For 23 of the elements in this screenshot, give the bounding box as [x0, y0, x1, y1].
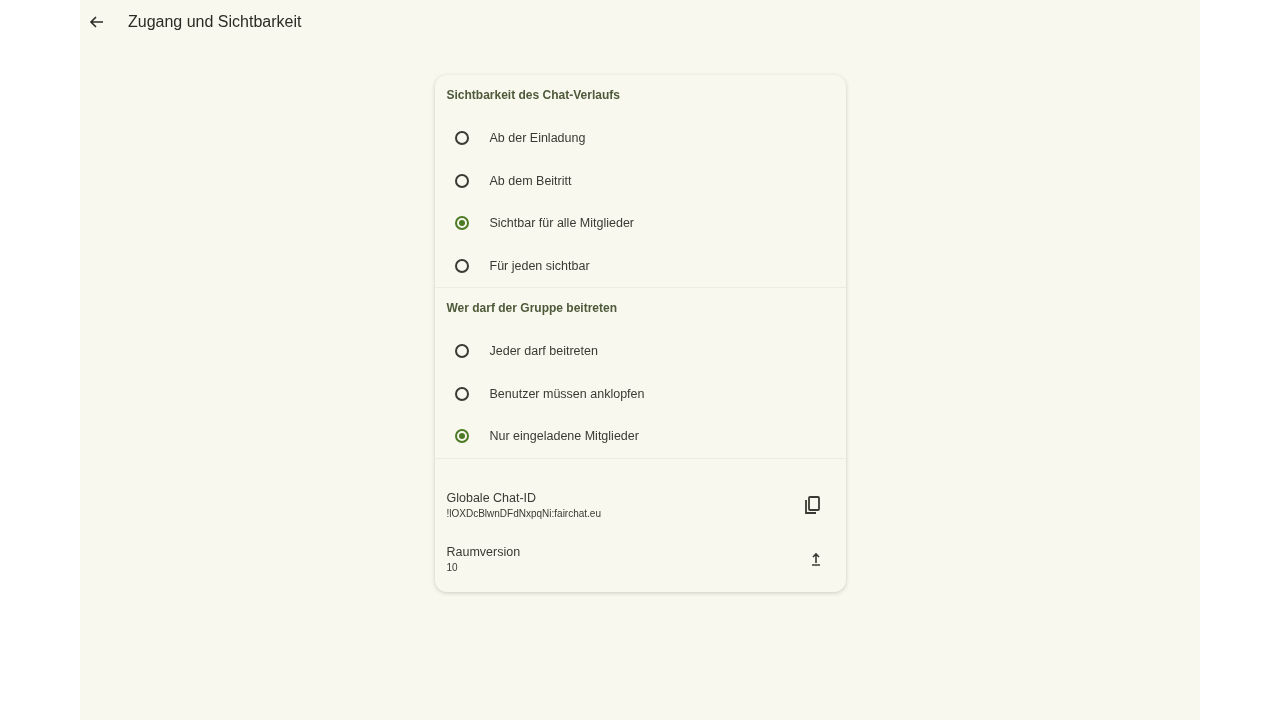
radio-icon[interactable]: [454, 173, 469, 188]
copy-icon[interactable]: [804, 495, 821, 514]
info-label: Raumversion: [446, 544, 522, 559]
page-title: Zugang und Sichtbarkeit: [128, 13, 302, 31]
info-value: !lOXDcBlwnDFdNxpqNi:fairchat.eu: [446, 507, 602, 519]
info-value: 10: [446, 561, 459, 573]
radio-option[interactable]: Nur eingeladene Mitglieder: [434, 415, 846, 458]
radio-option[interactable]: Benutzer müssen anklopfen: [434, 372, 846, 415]
radio-icon[interactable]: [454, 429, 469, 444]
radio-option[interactable]: Ab der Einladung: [434, 117, 846, 160]
radio-option[interactable]: Für jeden sichtbar: [434, 244, 846, 287]
info-label: Globale Chat-ID: [446, 490, 538, 505]
upload-icon[interactable]: [810, 551, 821, 566]
section-title: Sichtbarkeit des Chat-Verlaufs: [445, 87, 621, 104]
radio-option[interactable]: Ab dem Beitritt: [434, 159, 846, 202]
radio-icon[interactable]: [454, 386, 469, 401]
section-title: Wer darf der Gruppe beitreten: [445, 300, 618, 317]
radio-icon[interactable]: [454, 216, 469, 231]
radio-icon[interactable]: [454, 258, 469, 273]
radio-option[interactable]: Jeder darf beitreten: [434, 330, 846, 373]
radio-icon[interactable]: [454, 131, 469, 146]
radio-option[interactable]: Sichtbar für alle Mitglieder: [434, 202, 846, 245]
radio-icon[interactable]: [454, 344, 469, 359]
